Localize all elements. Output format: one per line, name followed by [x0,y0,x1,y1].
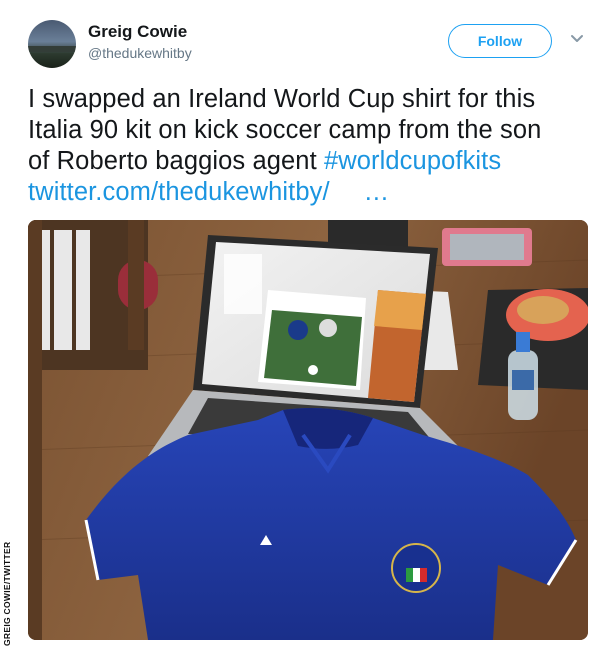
tweet-line-3: of Roberto baggios agent #worldcupofkits [28,146,588,177]
tweet-url-link[interactable]: twitter.com/thedukewhitby/ [28,178,330,206]
tweet-line-3-text: of Roberto baggios agent [28,147,324,175]
avatar-ridge [28,46,76,52]
author-name[interactable]: Greig Cowie [88,22,187,42]
tweet-more-ellipsis[interactable]: … [364,178,390,206]
author-handle[interactable]: @thedukewhitby [88,45,192,61]
avatar[interactable] [28,20,76,68]
tweet-line-4: twitter.com/thedukewhitby/ … [28,177,588,208]
chevron-down-icon[interactable] [570,34,584,44]
tweet-photo[interactable] [28,220,588,640]
tweet-line-2: Italia 90 kit on kick soccer camp from t… [28,116,542,144]
follow-button[interactable]: Follow [448,24,552,58]
photo-illustration [28,220,588,640]
photo-credit: GREIG COWIE/TWITTER [2,541,12,647]
tweet-text: I swapped an Ireland World Cup shirt for… [28,84,588,208]
hashtag-link[interactable]: #worldcupofkits [324,147,501,175]
tweet-line-1: I swapped an Ireland World Cup shirt for… [28,85,536,113]
